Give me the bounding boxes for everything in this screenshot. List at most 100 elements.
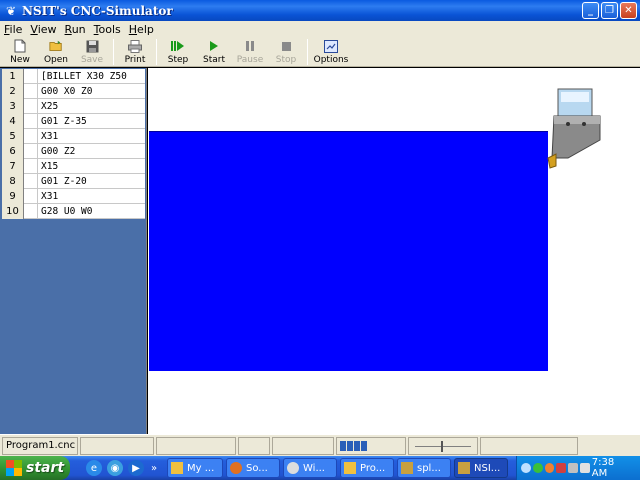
toolbar: New Open Save Print Step Start Pause Sto… — [0, 37, 640, 67]
code-line[interactable]: 8 G01 Z-20 — [2, 174, 145, 189]
title-bar[interactable]: ❦ NSIT's CNC-Simulator _ ❐ ✕ — [0, 0, 640, 21]
line-marker — [24, 129, 38, 143]
task-label: spl... — [417, 462, 441, 474]
toolbar-separator — [156, 39, 157, 65]
line-marker — [24, 204, 38, 218]
start-button[interactable]: Start — [196, 37, 232, 67]
line-number: 3 — [2, 99, 24, 114]
status-pane — [80, 436, 154, 455]
print-label: Print — [124, 55, 146, 65]
ie-icon[interactable]: e — [86, 460, 102, 476]
task-button[interactable]: My ... — [167, 458, 223, 478]
task-label: My ... — [187, 462, 215, 474]
pause-button[interactable]: Pause — [232, 37, 268, 67]
app-icon — [458, 462, 470, 474]
task-button[interactable]: spl... — [397, 458, 451, 478]
folder-icon — [171, 462, 183, 474]
status-filename: Program1.cnc — [2, 436, 78, 455]
menu-run[interactable]: Run — [65, 23, 86, 36]
taskbar: start e ◉ ▶ » My ... So... Wi... Pro... … — [0, 456, 640, 480]
play-icon — [207, 39, 221, 53]
browser-icon[interactable]: ◉ — [107, 460, 123, 476]
stop-button[interactable]: Stop — [268, 37, 304, 67]
firefox-icon — [230, 462, 242, 474]
menu-tools[interactable]: Tools — [94, 23, 121, 36]
line-number: 8 — [2, 174, 24, 189]
status-bar: Program1.cnc — [0, 434, 640, 456]
slider-track — [415, 445, 471, 447]
open-button[interactable]: Open — [38, 37, 74, 67]
media-player-icon[interactable]: ▶ — [128, 460, 144, 476]
volume-icon[interactable] — [579, 463, 590, 473]
new-file-icon — [13, 39, 27, 53]
clock[interactable]: 7:38 AM — [592, 457, 632, 479]
code-line[interactable]: 1 [BILLET X30 Z50 — [2, 69, 145, 84]
line-code: X15 — [41, 161, 59, 172]
open-label: Open — [43, 55, 69, 65]
minimize-button[interactable]: _ — [582, 2, 599, 19]
tray-chevron-icon[interactable] — [521, 463, 531, 473]
status-pane — [238, 436, 270, 455]
line-marker — [24, 99, 38, 113]
save-button[interactable]: Save — [74, 37, 110, 67]
messenger-icon[interactable] — [544, 463, 555, 473]
restore-button[interactable]: ❐ — [601, 2, 618, 19]
toolbar-separator — [307, 39, 308, 65]
menu-view[interactable]: View — [30, 23, 56, 36]
new-button[interactable]: New — [2, 37, 38, 67]
task-button[interactable]: So... — [226, 458, 280, 478]
simulation-canvas[interactable] — [148, 68, 640, 434]
stop-label: Stop — [275, 55, 297, 65]
code-line[interactable]: 4 G01 Z-35 — [2, 114, 145, 129]
menu-bar: File View Run Tools Help — [0, 21, 640, 37]
line-marker — [24, 69, 38, 83]
start-menu-button[interactable]: start — [0, 456, 70, 480]
monitor-icon[interactable] — [568, 463, 578, 473]
step-icon — [171, 39, 185, 53]
window-title: NSIT's CNC-Simulator — [22, 3, 173, 18]
task-button[interactable]: Pro... — [340, 458, 394, 478]
code-line[interactable]: 9 X31 — [2, 189, 145, 204]
quicklaunch-chevron-icon[interactable]: » — [149, 460, 159, 476]
slider-thumb[interactable] — [441, 440, 443, 452]
step-button[interactable]: Step — [160, 37, 196, 67]
print-button[interactable]: Print — [117, 37, 153, 67]
code-line[interactable]: 3 X25 — [2, 99, 145, 114]
security-icon[interactable] — [556, 463, 567, 473]
line-number: 5 — [2, 129, 24, 144]
menu-file[interactable]: File — [4, 23, 22, 36]
speed-slider[interactable] — [408, 436, 478, 455]
line-code: G01 Z-20 — [41, 176, 87, 187]
task-label: So... — [246, 462, 268, 474]
menu-help[interactable]: Help — [129, 23, 154, 36]
open-folder-icon — [49, 39, 63, 53]
start-label: Start — [203, 55, 225, 65]
code-line[interactable]: 10 G28 U0 W0 — [2, 204, 145, 219]
task-button[interactable]: Wi... — [283, 458, 337, 478]
app-icon: ❦ — [5, 3, 17, 18]
options-icon — [324, 39, 338, 53]
app-icon — [401, 462, 413, 474]
code-line[interactable]: 2 G00 X0 Z0 — [2, 84, 145, 99]
line-number: 1 — [2, 69, 24, 84]
line-number: 2 — [2, 84, 24, 99]
stop-icon — [279, 39, 293, 53]
line-code: X31 — [41, 191, 59, 202]
line-code: X31 — [41, 131, 59, 142]
line-marker — [24, 159, 38, 173]
code-line[interactable]: 7 X15 — [2, 159, 145, 174]
task-button-active[interactable]: NSI... — [454, 458, 508, 478]
task-label: NSI... — [474, 462, 501, 474]
printer-icon — [128, 39, 142, 53]
close-button[interactable]: ✕ — [620, 2, 637, 19]
line-marker — [24, 84, 38, 98]
line-number: 4 — [2, 114, 24, 129]
task-label: Pro... — [360, 462, 386, 474]
network-icon[interactable] — [532, 463, 543, 473]
options-button[interactable]: Options — [311, 37, 351, 67]
code-line[interactable]: 6 G00 Z2 — [2, 144, 145, 159]
new-label: New — [10, 55, 30, 65]
line-marker — [24, 114, 38, 128]
code-line[interactable]: 5 X31 — [2, 129, 145, 144]
line-marker — [24, 174, 38, 188]
